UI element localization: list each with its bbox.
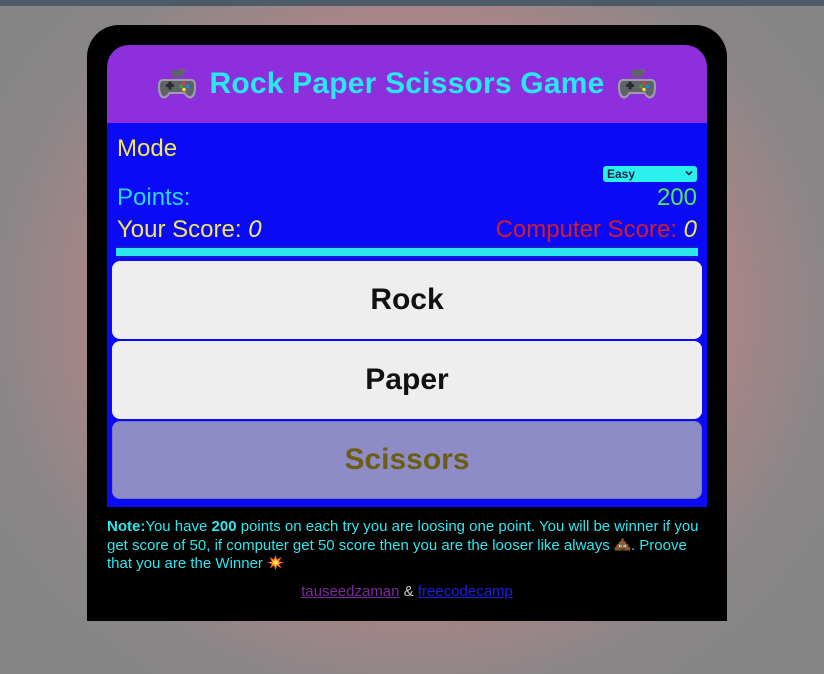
- gamepad-icon: [158, 68, 197, 99]
- points-progress-bar: [116, 246, 698, 258]
- paper-button[interactable]: Paper: [112, 341, 702, 419]
- note-text-1: You have: [145, 518, 212, 535]
- freecodecamp-link[interactable]: freecodecamp: [418, 583, 513, 600]
- mode-selected-value: Easy: [607, 167, 636, 181]
- mode-select[interactable]: Easy: [603, 166, 697, 182]
- footer-separator: &: [399, 583, 418, 600]
- computer-score-value: 0: [683, 216, 697, 243]
- note-label: Note:: [107, 518, 146, 535]
- your-score-label: Your Score:: [117, 216, 242, 243]
- computer-score-label: Computer Score:: [495, 216, 677, 243]
- mode-label: Mode: [117, 135, 178, 162]
- points-value: 200: [656, 184, 697, 211]
- tauseedzaman-link[interactable]: tauseedzaman: [301, 583, 399, 600]
- page-title: Rock Paper Scissors Game: [157, 67, 656, 101]
- poop-icon: [614, 537, 631, 550]
- title-text: Rock Paper Scissors Game: [209, 67, 605, 100]
- progress-fill: [116, 248, 698, 256]
- game-panel: Mode Easy Points: 200 Your Score: 0 Comp…: [107, 123, 707, 507]
- computer-score: Computer Score: 0: [496, 216, 697, 244]
- rock-button[interactable]: Rock: [112, 261, 702, 339]
- collision-icon: [267, 555, 285, 570]
- gamepad-icon: [617, 68, 656, 99]
- note-points: 200: [211, 518, 237, 535]
- your-score: Your Score: 0: [117, 216, 262, 244]
- points-label: Points:: [117, 184, 191, 211]
- scissors-button[interactable]: Scissors: [112, 421, 702, 499]
- chevron-down-icon: [685, 170, 693, 176]
- note-paragraph: Note:You have 200 points on each try you…: [107, 518, 707, 574]
- browser-top-strip: [0, 0, 824, 6]
- game-header: Rock Paper Scissors Game: [107, 45, 707, 123]
- footer-credits: tauseedzaman & freecodecamp: [107, 583, 707, 600]
- your-score-value: 0: [248, 216, 262, 243]
